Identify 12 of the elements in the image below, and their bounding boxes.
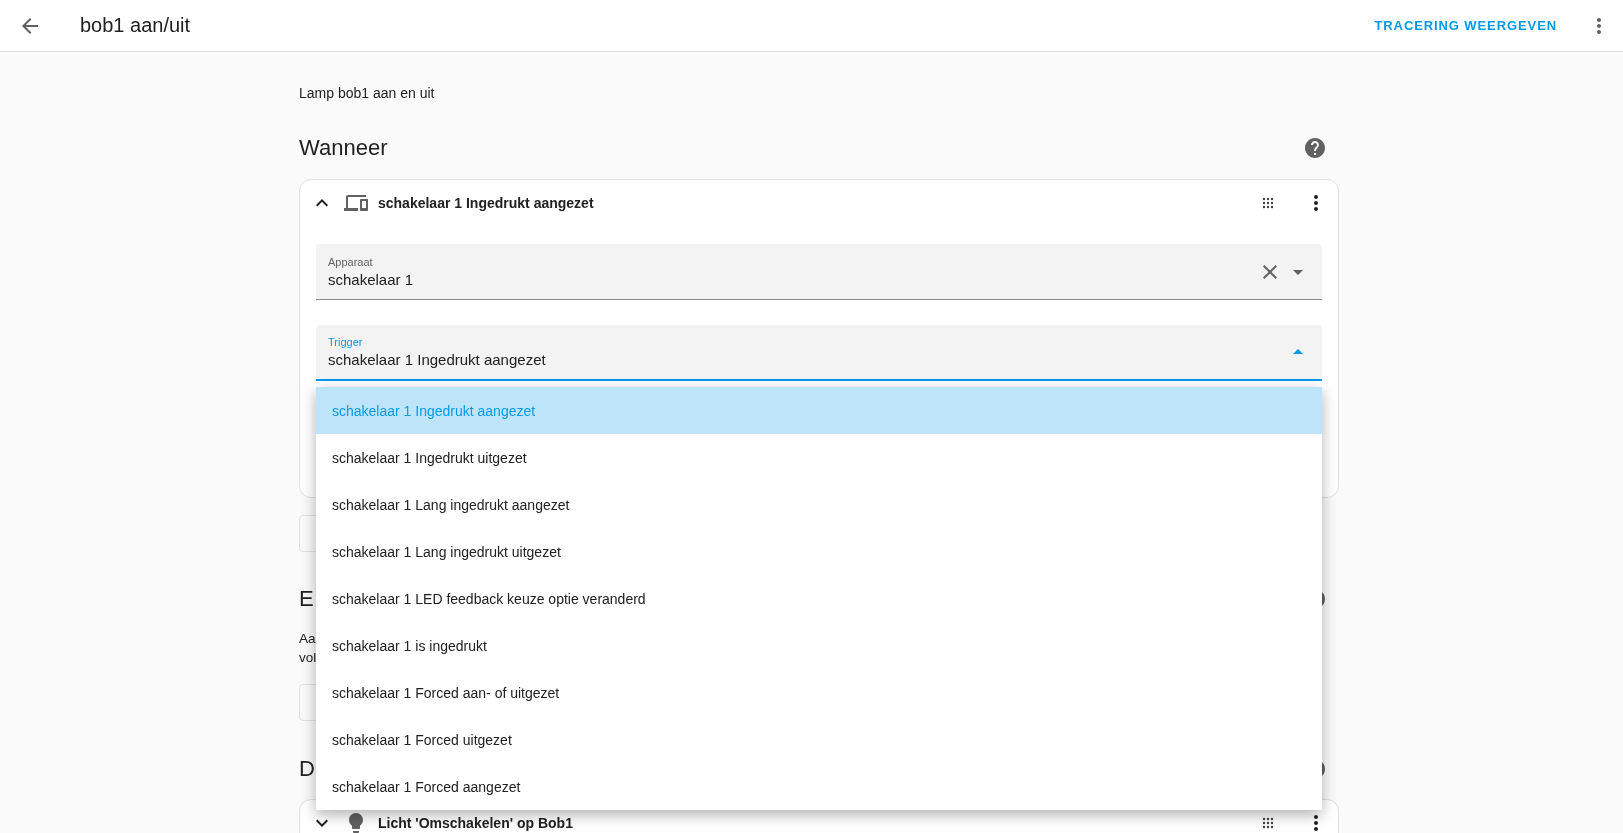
section-heading: D [299, 756, 315, 782]
section-heading: E [299, 586, 314, 612]
card-title: Licht 'Omschakelen' op Bob1 [378, 815, 574, 831]
field-value: schakelaar 1 Ingedrukt aangezet [328, 351, 547, 368]
card-title: schakelaar 1 Ingedrukt aangezet [378, 195, 595, 211]
section-heading: Wanneer [299, 135, 388, 161]
page-title: bob1 aan/uit [80, 14, 192, 37]
field-label: Apparaat [328, 255, 374, 268]
description: Lamp bob1 aan en uit [299, 84, 436, 103]
field-label: Trigger [328, 336, 364, 348]
section-text: Aa vol [299, 630, 317, 667]
field-value: schakelaar 1 [328, 270, 415, 288]
